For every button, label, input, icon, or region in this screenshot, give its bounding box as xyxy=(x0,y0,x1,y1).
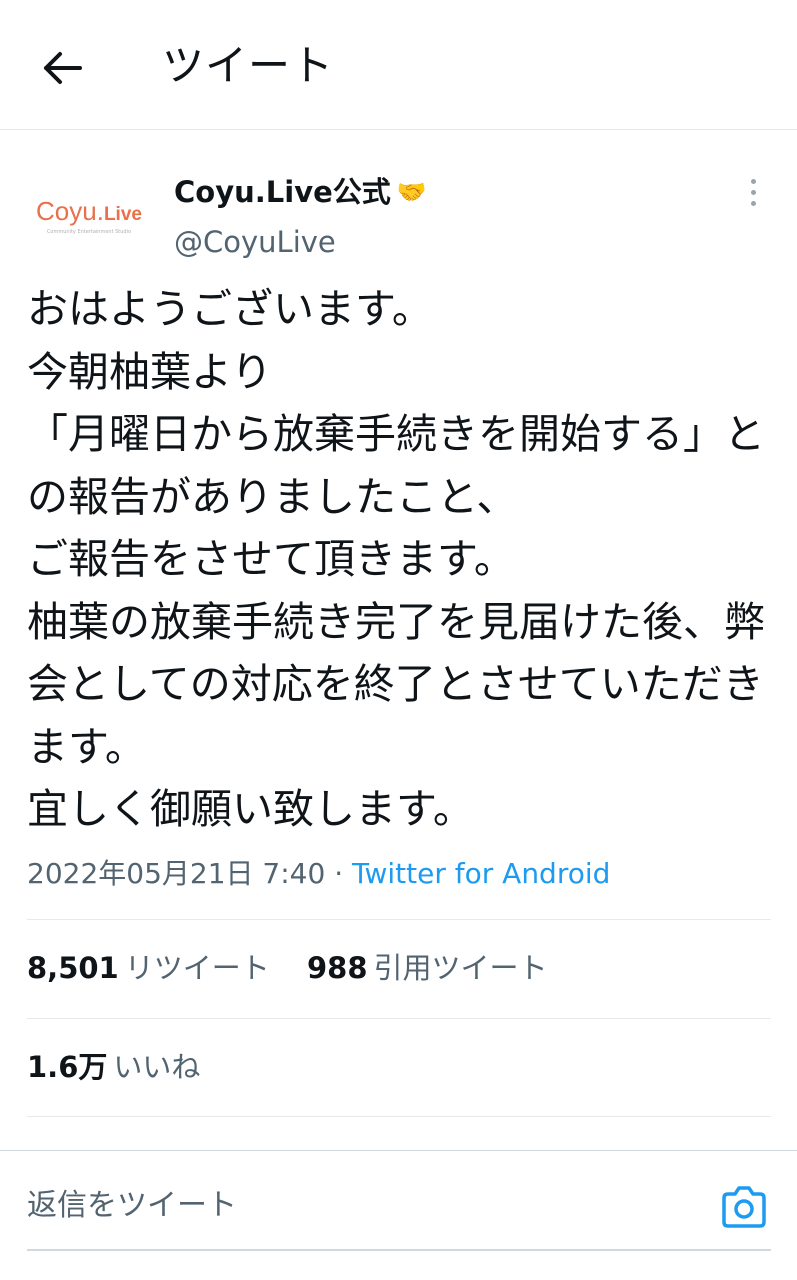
author-name[interactable]: Coyu.Live公式 🤝 xyxy=(174,172,427,212)
logo-accent: Live xyxy=(103,203,142,225)
arrow-left-icon xyxy=(44,52,82,84)
tweet-meta: 2022年05月21日 7:40 · Twitter for Android xyxy=(27,852,610,896)
stats-row-retweets: 8,501 リツイート 988 引用ツイート xyxy=(27,946,548,990)
author-handle[interactable]: @CoyuLive xyxy=(174,222,336,262)
divider xyxy=(27,1116,771,1117)
quotes-label: 引用ツイート xyxy=(373,951,548,985)
more-vertical-icon xyxy=(750,178,756,206)
tweet-text: おはようございます。 今朝柚葉より 「月曜日から放棄手続きを開始する」との報告が… xyxy=(27,285,765,833)
top-bar: ツイート xyxy=(0,0,797,130)
logo-main: Coyu. xyxy=(36,195,104,226)
author-name-text: Coyu.Live公式 xyxy=(174,175,391,209)
likes-stat[interactable]: 1.6万 いいね xyxy=(27,1045,200,1089)
avatar-logo-sub: Community Entertainment Studio xyxy=(46,228,132,235)
retweets-stat[interactable]: 8,501 リツイート xyxy=(27,946,270,990)
reply-input-underline xyxy=(27,1249,771,1251)
retweets-label: リツイート xyxy=(124,951,270,985)
camera-button[interactable] xyxy=(720,1184,768,1230)
stats-row-likes: 1.6万 いいね xyxy=(27,1045,200,1089)
back-button[interactable] xyxy=(32,38,92,98)
source-link[interactable]: Twitter for Android xyxy=(352,857,610,890)
reply-bar: 返信をツイート xyxy=(0,1150,797,1280)
divider xyxy=(27,1018,771,1019)
page-title: ツイート xyxy=(162,41,335,90)
quotes-count: 988 xyxy=(306,951,368,985)
avatar-logo: Coyu.Live xyxy=(36,196,142,227)
camera-icon xyxy=(722,1186,766,1228)
divider xyxy=(27,919,771,920)
handshake-emoji-icon: 🤝 xyxy=(396,178,427,206)
timestamp[interactable]: 2022年05月21日 7:40 xyxy=(27,857,325,890)
reply-input[interactable]: 返信をツイート xyxy=(27,1184,237,1228)
avatar[interactable]: Coyu.Live Community Entertainment Studio xyxy=(27,160,151,270)
likes-count: 1.6万 xyxy=(27,1050,108,1084)
meta-separator: · xyxy=(334,857,344,890)
likes-label: いいね xyxy=(113,1050,201,1084)
more-options-button[interactable] xyxy=(738,172,768,212)
retweets-count: 8,501 xyxy=(27,951,119,985)
quotes-stat[interactable]: 988 引用ツイート xyxy=(307,946,548,990)
